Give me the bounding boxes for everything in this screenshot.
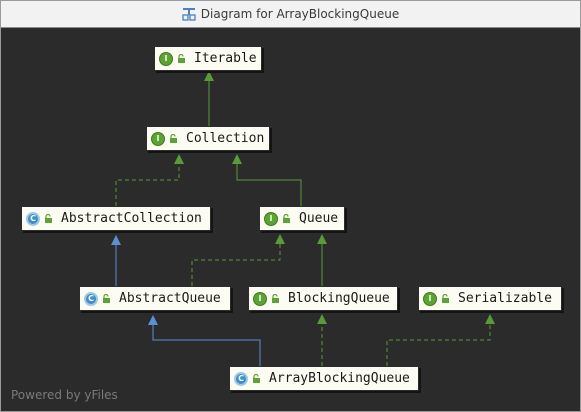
abstract-class-icon: C [84, 291, 98, 306]
abstract-class-icon: C [26, 211, 40, 226]
edge-arrayblockingqueue-implements-serializable [386, 314, 495, 366]
edge-abstractcollection-implements-collection [115, 154, 184, 206]
node-iterable[interactable]: I Iterable [154, 46, 262, 71]
node-label: Serializable [458, 291, 552, 306]
node-label: Queue [299, 211, 339, 226]
node-serializable[interactable]: I Serializable [418, 286, 562, 311]
node-collection[interactable]: I Collection [146, 126, 270, 151]
node-label: ArrayBlockingQueue [269, 371, 410, 386]
node-abstract-queue[interactable]: C AbstractQueue [79, 286, 231, 311]
class-diagram-icon [182, 8, 196, 21]
interface-icon: I [253, 291, 267, 306]
node-label: Collection [186, 131, 265, 146]
unlocked-icon [45, 213, 52, 223]
node-label: AbstractCollection [61, 211, 202, 226]
unlocked-icon [253, 373, 260, 383]
unlocked-icon [103, 293, 110, 303]
node-label: BlockingQueue [288, 291, 390, 306]
interface-icon: I [264, 211, 278, 226]
node-label: Iterable [194, 51, 257, 66]
unlocked-icon [283, 213, 290, 223]
diagram-canvas[interactable]: I Iterable I Collection C AbstractCollec… [1, 28, 580, 411]
interface-icon: I [151, 131, 165, 146]
node-blocking-queue[interactable]: I BlockingQueue [248, 286, 398, 311]
unlocked-icon [442, 293, 449, 303]
interface-icon: I [423, 291, 437, 306]
edge-queue-extends-collection [232, 154, 302, 206]
edge-arrayblockingqueue-extends-abstractqueue [148, 315, 261, 366]
title-bar: Diagram for ArrayBlockingQueue [1, 1, 580, 28]
edge-abstractqueue-implements-queue [191, 234, 285, 286]
node-queue[interactable]: I Queue [259, 206, 345, 231]
interface-icon: I [159, 51, 173, 66]
unlocked-icon [272, 293, 279, 303]
diagram-window: Diagram for ArrayBlockingQueue I Iterabl… [0, 0, 581, 412]
class-icon: C [234, 371, 248, 386]
unlocked-icon [170, 133, 177, 143]
node-label: AbstractQueue [119, 291, 221, 306]
node-abstract-collection[interactable]: C AbstractCollection [21, 206, 211, 231]
unlocked-icon [178, 53, 185, 63]
powered-by-footer: Powered by yFiles [11, 388, 118, 402]
node-array-blocking-queue[interactable]: C ArrayBlockingQueue [229, 366, 419, 391]
window-title: Diagram for ArrayBlockingQueue [200, 7, 400, 21]
